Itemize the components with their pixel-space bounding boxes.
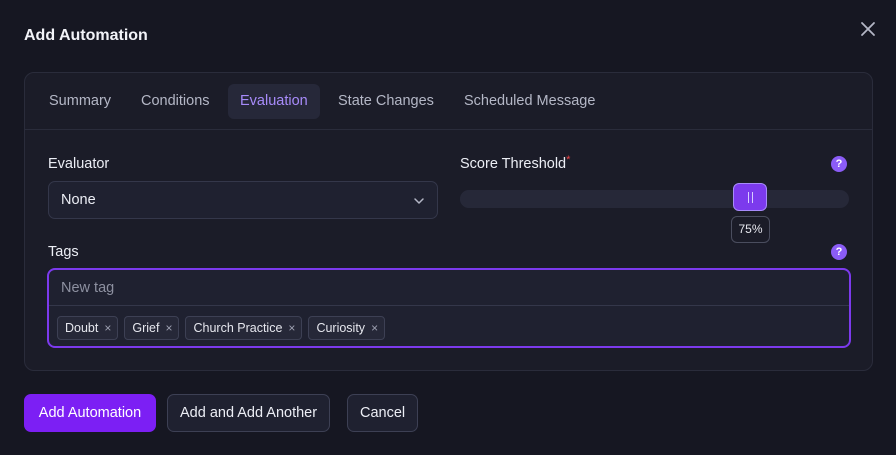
new-tag-input[interactable] xyxy=(49,270,849,306)
evaluator-label: Evaluator xyxy=(48,156,110,172)
tab-state-changes[interactable]: State Changes xyxy=(326,84,446,119)
tab-evaluation[interactable]: Evaluation xyxy=(228,84,320,119)
score-threshold-tooltip: 75% xyxy=(731,216,770,243)
close-button[interactable] xyxy=(858,19,878,39)
tag-chip-label: Doubt xyxy=(65,321,99,335)
tags-label: Tags xyxy=(48,244,79,260)
tag-chip: Grief × xyxy=(124,316,180,340)
score-threshold-slider[interactable] xyxy=(460,183,849,211)
cancel-button[interactable]: Cancel xyxy=(347,394,419,432)
remove-tag-icon[interactable]: × xyxy=(371,321,378,335)
score-threshold-text: Score Threshold xyxy=(460,156,567,172)
score-threshold-label: Score Threshold* xyxy=(460,154,571,172)
remove-tag-icon[interactable]: × xyxy=(165,321,172,335)
tab-bar: Summary Conditions Evaluation State Chan… xyxy=(25,73,872,130)
modal-title: Add Automation xyxy=(24,27,148,44)
close-icon xyxy=(861,22,875,36)
add-and-add-another-button[interactable]: Add and Add Another xyxy=(167,394,331,432)
add-automation-button[interactable]: Add Automation xyxy=(24,394,156,432)
add-automation-modal: Add Automation Summary Conditions Evalua… xyxy=(0,0,896,455)
required-mark: * xyxy=(566,154,571,166)
tag-chip-label: Church Practice xyxy=(193,321,283,335)
score-threshold-help-icon[interactable]: ? xyxy=(831,156,847,172)
remove-tag-icon[interactable]: × xyxy=(104,321,111,335)
tab-scheduled-message[interactable]: Scheduled Message xyxy=(452,84,607,119)
tab-conditions[interactable]: Conditions xyxy=(129,84,222,119)
tab-summary[interactable]: Summary xyxy=(37,84,123,119)
slider-fill xyxy=(460,190,750,208)
tag-chip: Curiosity × xyxy=(308,316,386,340)
automation-panel: Summary Conditions Evaluation State Chan… xyxy=(24,72,873,371)
tags-field: Doubt × Grief × Church Practice × Curiosity × xyxy=(47,268,851,348)
tag-chip-label: Curiosity xyxy=(316,321,366,335)
evaluator-value: None xyxy=(61,192,96,208)
tags-help-icon[interactable]: ? xyxy=(831,244,847,260)
tag-list: Doubt × Grief × Church Practice × Curiosity × xyxy=(57,316,386,340)
slider-thumb[interactable] xyxy=(733,183,767,211)
evaluator-select[interactable]: None xyxy=(48,181,438,219)
remove-tag-icon[interactable]: × xyxy=(288,321,295,335)
tag-chip: Church Practice × xyxy=(185,316,303,340)
tag-chip-label: Grief xyxy=(132,321,160,335)
chevron-down-icon xyxy=(414,198,424,204)
tag-chip: Doubt × xyxy=(57,316,119,340)
